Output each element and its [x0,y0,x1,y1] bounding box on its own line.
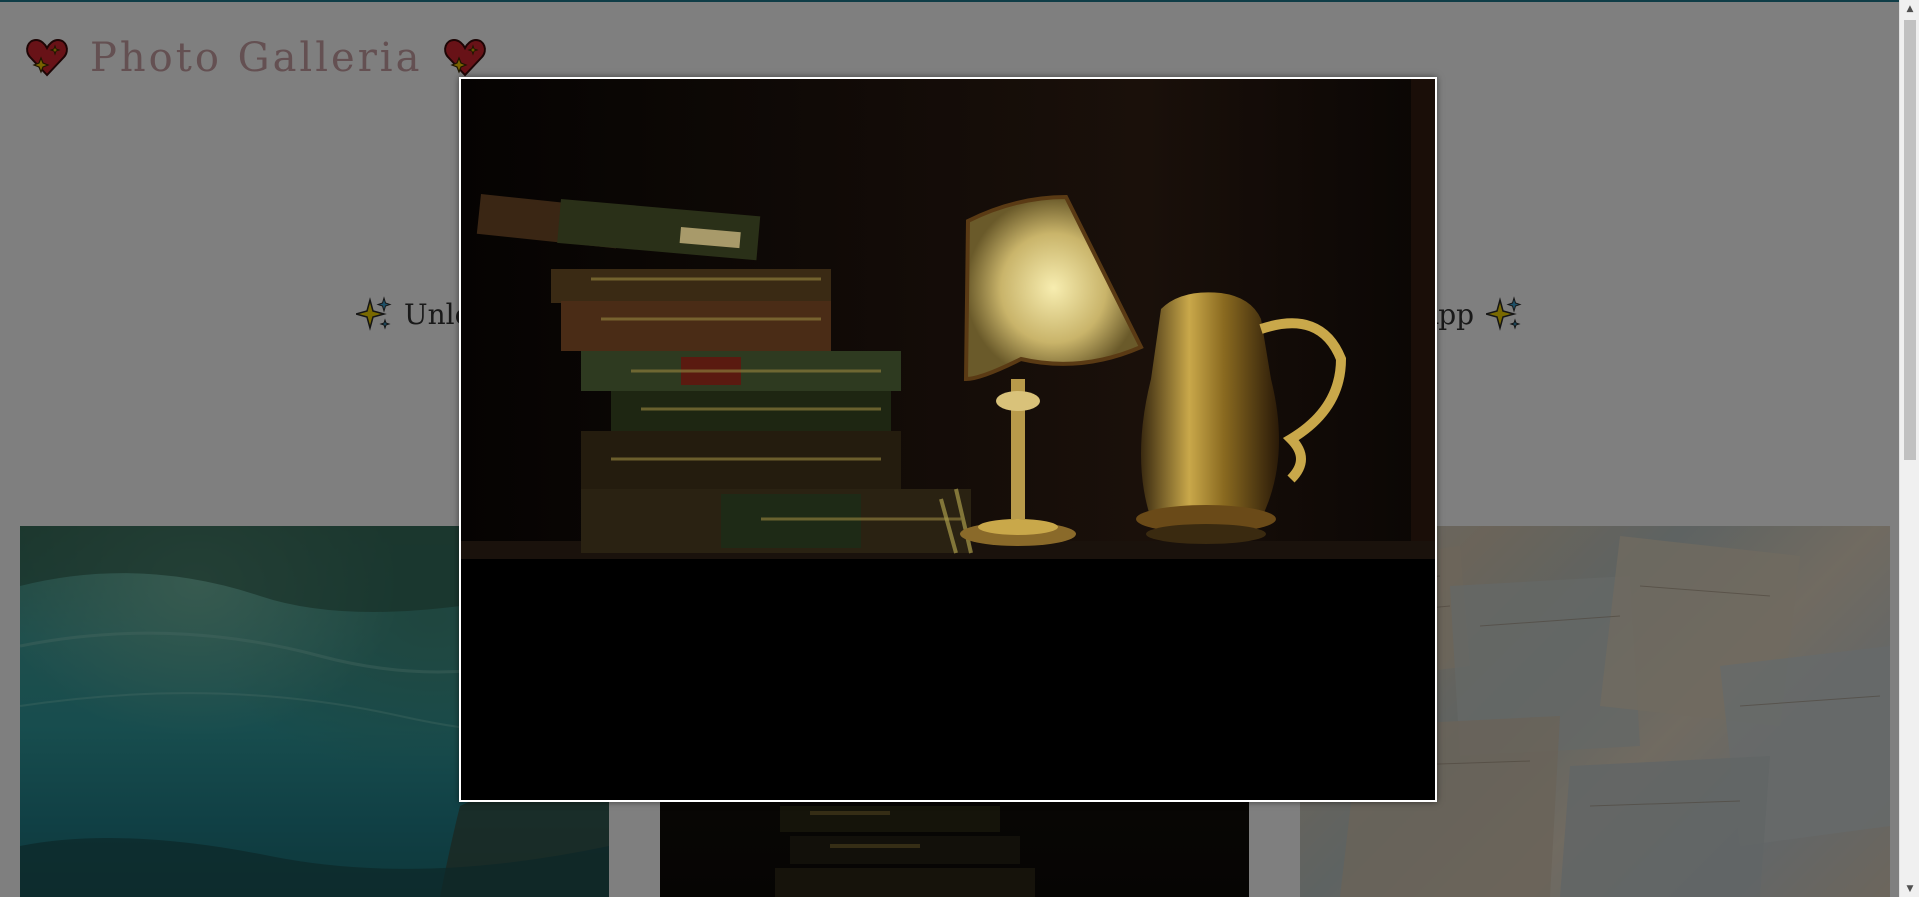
scroll-down-arrow-icon[interactable]: ▼ [1900,880,1919,897]
lightbox-image-books-lamp[interactable] [461,79,1435,800]
vertical-scrollbar[interactable]: ▲ ▼ [1899,0,1919,897]
scrollbar-thumb[interactable] [1904,20,1916,460]
scroll-up-arrow-icon[interactable]: ▲ [1900,0,1919,17]
lightbox-modal [459,77,1437,802]
